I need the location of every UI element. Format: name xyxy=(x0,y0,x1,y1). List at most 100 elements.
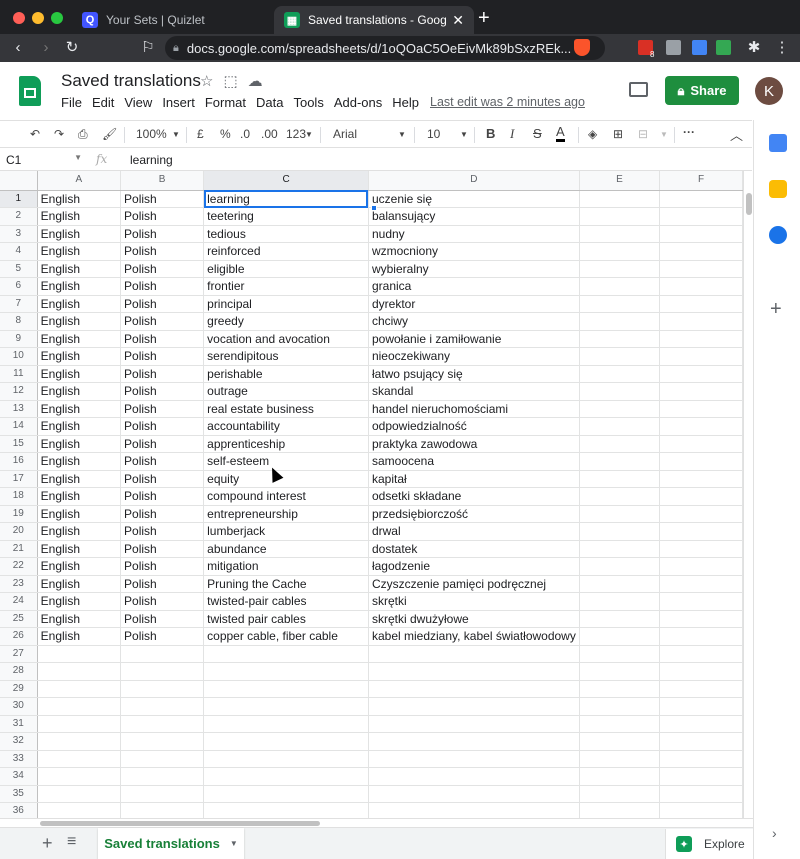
row-header[interactable]: 27 xyxy=(0,645,38,663)
cell[interactable] xyxy=(579,750,660,768)
cell[interactable] xyxy=(659,400,743,418)
zoom-select[interactable]: 100% xyxy=(136,127,167,141)
menu-data[interactable]: Data xyxy=(251,95,288,110)
add-sheet-button[interactable]: + xyxy=(42,833,53,854)
cell[interactable] xyxy=(579,557,660,576)
menu-edit[interactable]: Edit xyxy=(87,95,119,110)
calendar-icon[interactable] xyxy=(769,134,787,152)
row-header[interactable]: 5 xyxy=(0,260,38,278)
cell[interactable]: Polish xyxy=(120,225,205,243)
cell[interactable]: teetering xyxy=(203,207,369,226)
cell[interactable] xyxy=(659,260,743,278)
cell[interactable] xyxy=(368,785,580,803)
cell[interactable]: Polish xyxy=(120,365,205,383)
cell[interactable] xyxy=(659,540,743,558)
row-header[interactable]: 32 xyxy=(0,732,38,751)
cell[interactable] xyxy=(203,645,369,663)
cell[interactable]: English xyxy=(37,417,122,436)
cell[interactable]: English xyxy=(37,592,122,611)
text-color-button[interactable]: A xyxy=(556,124,565,142)
cell[interactable]: Polish xyxy=(120,382,205,401)
cell[interactable] xyxy=(659,505,743,523)
cell[interactable]: granica xyxy=(368,277,580,296)
row-header[interactable]: 36 xyxy=(0,802,38,818)
cell[interactable] xyxy=(37,785,122,803)
formula-input[interactable]: learning xyxy=(130,153,173,167)
cell[interactable]: Czyszczenie pamięci podręcznej xyxy=(368,575,580,593)
cell[interactable]: English xyxy=(37,400,122,418)
cell[interactable]: English xyxy=(37,347,122,366)
row-header[interactable]: 19 xyxy=(0,505,38,523)
cell[interactable] xyxy=(659,662,743,681)
row-header[interactable]: 30 xyxy=(0,697,38,716)
tasks-icon[interactable] xyxy=(769,226,787,244)
cell[interactable] xyxy=(579,347,660,366)
cell[interactable]: English xyxy=(37,242,122,261)
cell[interactable]: English xyxy=(37,610,122,628)
cell[interactable]: outrage xyxy=(203,382,369,401)
cell[interactable]: perishable xyxy=(203,365,369,383)
cell[interactable]: handel nieruchomościami xyxy=(368,400,580,418)
cell[interactable]: Polish xyxy=(120,312,205,331)
cell[interactable] xyxy=(579,417,660,436)
cell[interactable] xyxy=(579,190,660,208)
extensions-puzzle-icon[interactable]: ✱ xyxy=(744,38,764,58)
cell[interactable]: English xyxy=(37,522,122,541)
add-on-plus-icon[interactable]: + xyxy=(770,298,782,321)
cell[interactable]: English xyxy=(37,452,122,471)
cell[interactable]: kapitał xyxy=(368,470,580,488)
row-header[interactable]: 2 xyxy=(0,207,38,226)
cell[interactable]: Polish xyxy=(120,575,205,593)
font-size-select[interactable]: 10 xyxy=(427,127,440,141)
close-window-button[interactable] xyxy=(13,12,25,24)
cell[interactable] xyxy=(659,715,743,733)
cell[interactable] xyxy=(579,470,660,488)
google-sheets-logo-icon[interactable] xyxy=(19,76,41,106)
cell[interactable] xyxy=(368,802,580,818)
cell[interactable] xyxy=(37,802,122,818)
share-button[interactable]: 🔒︎ Share xyxy=(665,76,739,105)
cell[interactable] xyxy=(37,645,122,663)
row-header[interactable]: 23 xyxy=(0,575,38,593)
cell[interactable] xyxy=(579,260,660,278)
cell[interactable] xyxy=(659,767,743,786)
cell[interactable]: łatwo psujący się xyxy=(368,365,580,383)
scrollbar-thumb[interactable] xyxy=(40,821,320,826)
cell[interactable] xyxy=(203,732,369,751)
cell[interactable]: Polish xyxy=(120,295,205,313)
cell[interactable]: English xyxy=(37,540,122,558)
bookmark-icon[interactable]: ⚐ xyxy=(138,38,158,58)
cell[interactable] xyxy=(203,680,369,698)
vertical-scrollbar[interactable] xyxy=(743,171,753,818)
cell[interactable] xyxy=(659,785,743,803)
chevron-down-icon[interactable]: ▼ xyxy=(230,839,238,848)
print-icon[interactable]: ⎙ xyxy=(78,127,88,142)
row-header[interactable]: 1 xyxy=(0,190,38,208)
cell[interactable]: mitigation xyxy=(203,557,369,576)
cell[interactable]: Polish xyxy=(120,627,205,646)
cell[interactable]: Polish xyxy=(120,347,205,366)
row-header[interactable]: 29 xyxy=(0,680,38,698)
move-folder-icon[interactable]: ⬚ xyxy=(223,72,237,90)
column-header[interactable]: B xyxy=(120,171,205,191)
cell[interactable]: English xyxy=(37,575,122,593)
paint-format-icon[interactable]: 🖌︎ xyxy=(102,127,117,141)
notion-extension-icon[interactable] xyxy=(716,40,731,55)
maximize-window-button[interactable] xyxy=(51,12,63,24)
cell[interactable] xyxy=(659,592,743,611)
row-header[interactable]: 34 xyxy=(0,767,38,786)
fill-color-icon[interactable]: ◈ xyxy=(588,127,597,141)
cell[interactable] xyxy=(203,662,369,681)
cell[interactable] xyxy=(579,207,660,226)
cell[interactable]: vocation and avocation xyxy=(203,330,369,348)
cell[interactable] xyxy=(659,575,743,593)
star-icon[interactable]: ☆ xyxy=(200,72,213,90)
column-header[interactable]: A xyxy=(37,171,122,191)
more-toolbar-button[interactable]: ··· xyxy=(683,125,695,139)
cell[interactable]: Polish xyxy=(120,207,205,226)
menu-tools[interactable]: Tools xyxy=(288,95,328,110)
row-header[interactable]: 22 xyxy=(0,557,38,576)
cell[interactable] xyxy=(659,295,743,313)
cell[interactable]: twisted pair cables xyxy=(203,610,369,628)
cell[interactable]: praktyka zawodowa xyxy=(368,435,580,453)
